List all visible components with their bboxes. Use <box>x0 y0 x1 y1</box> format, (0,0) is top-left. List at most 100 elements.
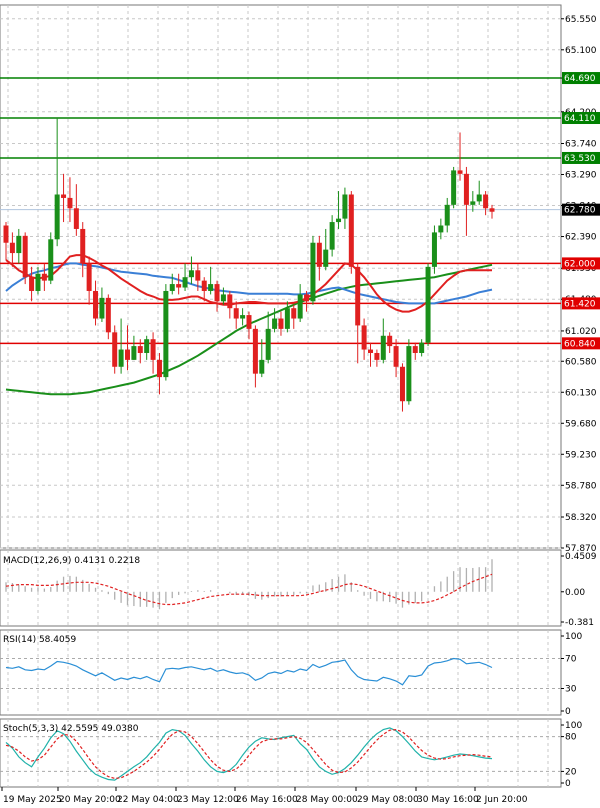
candle-body <box>131 346 137 360</box>
candle-body <box>323 249 329 267</box>
candle-body <box>380 335 386 360</box>
candle-body <box>246 315 252 329</box>
price-tick-label: 59.230 <box>565 450 597 460</box>
price-tick-label: 61.020 <box>565 327 597 337</box>
candle-body <box>67 197 73 209</box>
candle-body <box>329 222 335 250</box>
candle-body <box>227 294 233 309</box>
candle-body <box>489 208 495 212</box>
candle-body <box>431 232 437 267</box>
level-tag-label: 60.840 <box>564 339 596 349</box>
candle-body <box>425 266 431 343</box>
candle-body <box>54 194 60 240</box>
price-tick-label: 63.740 <box>565 140 597 150</box>
indicator-tick-label: -0.381 <box>565 618 594 628</box>
time-tick-label: 29 May 08:00 <box>357 795 419 805</box>
candle-body <box>16 235 22 254</box>
price-chart[interactable]: 65.55065.10064.69064.20063.74063.29062.8… <box>0 0 600 808</box>
candle-body <box>105 297 111 333</box>
price-tick-label: 58.320 <box>565 513 597 523</box>
candle-body <box>48 239 54 281</box>
time-tick-label: 30 May 16:00 <box>417 795 479 805</box>
candle-body <box>368 349 373 353</box>
indicator-tick-label: 100 <box>565 721 582 731</box>
candle-body <box>393 346 399 367</box>
candle-body <box>35 273 41 291</box>
price-tick-label: 62.390 <box>565 233 597 243</box>
candle-body <box>265 328 271 360</box>
candle-body <box>291 308 297 319</box>
level-tags: 64.690 64.110 63.530 62.000 61.420 60.840 62.7… <box>562 72 600 350</box>
candle-body <box>80 228 86 264</box>
candle-body <box>73 208 79 229</box>
price-tick-label: 65.100 <box>565 46 597 56</box>
indicator-tick-label: 0 <box>565 707 571 717</box>
candle-body <box>252 328 258 374</box>
candle-body <box>195 270 201 281</box>
candle-body <box>93 290 99 319</box>
candle-body <box>22 235 28 278</box>
candle-body <box>156 359 162 378</box>
current-price-label: 62.780 <box>564 206 596 216</box>
candle-body <box>9 242 15 254</box>
candle-body <box>150 339 156 360</box>
indicator-tick-label: 80 <box>565 733 577 743</box>
level-tag-label: 64.690 <box>564 74 596 84</box>
time-tick-label: 19 May 2025 <box>3 795 62 805</box>
candle-body <box>112 332 118 367</box>
candle-body <box>419 342 425 353</box>
time-tick-label: 22 May 04:00 <box>117 795 179 805</box>
candle-body <box>163 290 169 378</box>
candle-body <box>387 335 393 347</box>
time-tick-label: 23 May 12:00 <box>177 795 239 805</box>
price-tick-label: 59.680 <box>565 419 597 429</box>
time-tick-label: 26 May 16:00 <box>236 795 298 805</box>
candle-body <box>29 277 35 291</box>
indicator-tick-label: 30 <box>565 685 577 695</box>
candle-body <box>406 346 412 402</box>
candle-body <box>125 349 130 360</box>
candle-body <box>399 366 405 402</box>
level-tag-label: 64.110 <box>564 114 596 124</box>
level-tag-label: 61.420 <box>564 299 596 309</box>
candle-body <box>361 325 367 350</box>
indicator-tick-label: 20 <box>565 767 577 777</box>
candle-body <box>233 308 239 319</box>
time-tick-label: 2 Jun 20:00 <box>476 795 528 805</box>
indicator-tick-label: 70 <box>565 655 577 665</box>
candle-body <box>144 339 150 353</box>
candle-body <box>182 277 188 288</box>
price-tick-label: 60.580 <box>565 357 597 367</box>
candle-body <box>176 284 182 288</box>
indicator-tick-label: 0.00 <box>565 588 585 598</box>
chart-background <box>0 0 600 808</box>
candle-body <box>99 297 105 319</box>
candle-body <box>284 308 290 329</box>
time-tick-label: 20 May 20:00 <box>59 795 121 805</box>
candle-body <box>463 173 469 205</box>
rsi-label: RSI(14) 58.4059 <box>3 635 76 645</box>
candle-body <box>41 273 47 281</box>
candle-body <box>240 315 246 319</box>
candle-body <box>188 270 194 278</box>
candle-body <box>374 352 380 360</box>
candle-body <box>476 194 482 202</box>
stoch-label: Stoch(5,3,3) 42.5595 49.0380 <box>3 724 139 734</box>
candle-body <box>304 294 310 302</box>
candle-body <box>272 318 278 329</box>
candle-body <box>457 170 463 174</box>
candle-body <box>201 280 207 291</box>
candle-body <box>214 284 220 302</box>
candle-body <box>444 204 450 226</box>
candle-body <box>316 242 322 267</box>
candle-body <box>220 294 226 302</box>
indicator-tick-label: 0 <box>565 779 571 789</box>
price-tick-label: 65.550 <box>565 15 597 25</box>
candle-body <box>61 194 67 198</box>
candle-body <box>355 266 361 326</box>
indicator-tick-label: 100 <box>565 632 582 642</box>
candle-body <box>259 359 265 374</box>
candle-body <box>438 225 444 233</box>
candle-body <box>86 263 92 291</box>
candle-body <box>336 218 342 223</box>
